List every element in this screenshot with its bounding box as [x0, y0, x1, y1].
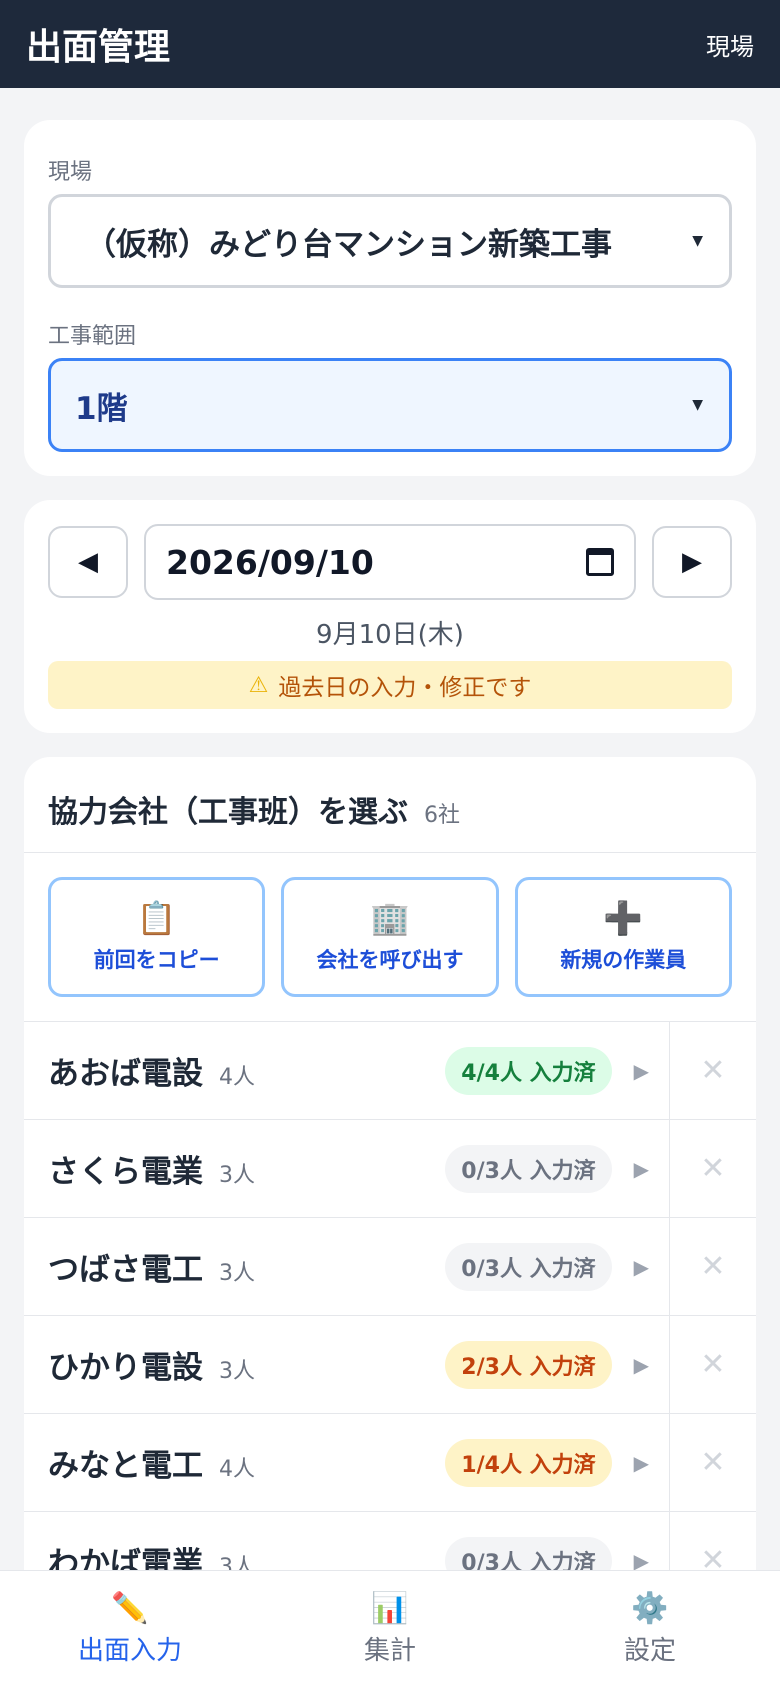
- company-name: みなと電工: [48, 1448, 203, 1484]
- chevron-down-icon: ▼: [692, 397, 703, 413]
- company-card: 協力会社（工事班）を選ぶ 6社 📋 前回をコピー 🏢 会社を呼び出す ➕ 新規の…: [24, 757, 756, 1657]
- delete-company-button[interactable]: ✕: [670, 1316, 756, 1413]
- company-open-button[interactable]: みなと電工 4人 1/4人 入力済 ▶: [24, 1414, 670, 1511]
- company-row: あおば電設 4人 4/4人 入力済 ▶ ✕: [24, 1022, 756, 1120]
- chevron-down-icon: ▼: [692, 233, 703, 249]
- copy-previous-label: 前回をコピー: [93, 948, 220, 972]
- site-link[interactable]: 現場: [706, 27, 754, 62]
- clipboard-icon: 📋: [136, 899, 177, 937]
- chevron-right-icon: ▶: [633, 1156, 649, 1181]
- worker-count: 3人: [219, 1358, 255, 1384]
- calendar-icon[interactable]: [586, 548, 614, 576]
- site-scope-card: 現場 （仮称）みどり台マンション新築工事 ▼ 工事範囲 1階 ▼: [24, 120, 756, 476]
- company-name: つばさ電工: [48, 1252, 203, 1288]
- scope-select[interactable]: 1階 ▼: [48, 358, 732, 452]
- nav-label: 出面入力: [77, 1636, 182, 1666]
- bottom-nav: ✏️ 出面入力 📊 集計 ⚙️ 設定: [0, 1570, 780, 1688]
- pencil-icon: ✏️: [111, 1591, 149, 1626]
- worker-count: 4人: [219, 1064, 255, 1090]
- company-row: さくら電業 3人 0/3人 入力済 ▶ ✕: [24, 1120, 756, 1218]
- scope-select-value: 1階: [75, 390, 128, 427]
- past-date-warning: ⚠ 過去日の入力・修正です: [48, 661, 732, 709]
- site-select[interactable]: （仮称）みどり台マンション新築工事 ▼: [48, 194, 732, 288]
- site-select-value: （仮称）みどり台マンション新築工事: [85, 226, 612, 263]
- company-count: 6社: [424, 803, 460, 828]
- company-name: ひかり電設: [48, 1350, 203, 1386]
- chevron-right-icon: ▶: [633, 1254, 649, 1279]
- nav-settings[interactable]: ⚙️ 設定: [520, 1571, 780, 1688]
- worker-count: 4人: [219, 1456, 255, 1482]
- prev-day-button[interactable]: ◀: [48, 526, 128, 598]
- status-badge: 4/4人 入力済: [445, 1046, 612, 1095]
- page-title: 出面管理: [26, 27, 171, 68]
- chevron-right-icon: ▶: [633, 1548, 649, 1573]
- call-company-label: 会社を呼び出す: [316, 948, 464, 972]
- action-buttons: 📋 前回をコピー 🏢 会社を呼び出す ➕ 新規の作業員: [24, 853, 756, 1022]
- status-badge: 2/3人 入力済: [445, 1340, 612, 1389]
- delete-company-button[interactable]: ✕: [670, 1414, 756, 1511]
- nav-attendance-input[interactable]: ✏️ 出面入力: [0, 1571, 260, 1688]
- call-company-button[interactable]: 🏢 会社を呼び出す: [281, 877, 499, 997]
- worker-count: 3人: [219, 1162, 255, 1188]
- delete-company-button[interactable]: ✕: [670, 1022, 756, 1119]
- copy-previous-button[interactable]: 📋 前回をコピー: [48, 877, 266, 997]
- status-badge: 1/4人 入力済: [445, 1438, 612, 1487]
- company-section-header: 協力会社（工事班）を選ぶ 6社: [24, 757, 756, 853]
- chevron-right-icon: ▶: [633, 1450, 649, 1475]
- company-open-button[interactable]: つばさ電工 3人 0/3人 入力済 ▶: [24, 1218, 670, 1315]
- arrow-right-icon: ▶: [682, 547, 702, 577]
- bar-chart-icon: 📊: [371, 1591, 409, 1626]
- new-worker-button[interactable]: ➕ 新規の作業員: [514, 877, 732, 997]
- company-open-button[interactable]: さくら電業 3人 0/3人 入力済 ▶: [24, 1120, 670, 1217]
- plus-icon: ➕: [603, 899, 644, 937]
- warning-text: 過去日の入力・修正です: [278, 675, 532, 701]
- company-row: つばさ電工 3人 0/3人 入力済 ▶ ✕: [24, 1218, 756, 1316]
- company-row: ひかり電設 3人 2/3人 入力済 ▶ ✕: [24, 1316, 756, 1414]
- new-worker-label: 新規の作業員: [560, 948, 687, 972]
- warning-icon: ⚠: [248, 672, 269, 698]
- app-header: 出面管理 現場: [0, 0, 780, 88]
- scope-label: 工事範囲: [48, 324, 137, 349]
- company-open-button[interactable]: あおば電設 4人 4/4人 入力済 ▶: [24, 1022, 670, 1119]
- site-label: 現場: [48, 160, 93, 185]
- company-name: さくら電業: [48, 1154, 203, 1190]
- close-icon: ✕: [700, 1053, 726, 1088]
- section-title: 協力会社（工事班）を選ぶ: [48, 795, 408, 830]
- building-icon: 🏢: [370, 899, 410, 937]
- next-day-button[interactable]: ▶: [652, 526, 732, 598]
- arrow-left-icon: ◀: [78, 547, 98, 577]
- close-icon: ✕: [700, 1347, 726, 1382]
- date-value: 2026/09/10: [166, 542, 374, 582]
- worker-count: 3人: [219, 1260, 255, 1286]
- close-icon: ✕: [700, 1445, 726, 1480]
- date-weekday: 9月10日(木): [316, 620, 464, 650]
- delete-company-button[interactable]: ✕: [670, 1218, 756, 1315]
- company-name: あおば電設: [48, 1056, 203, 1092]
- close-icon: ✕: [700, 1151, 726, 1186]
- nav-label: 設定: [623, 1636, 676, 1666]
- company-open-button[interactable]: ひかり電設 3人 2/3人 入力済 ▶: [24, 1316, 670, 1413]
- date-input[interactable]: 2026/09/10: [144, 524, 636, 600]
- gear-icon: ⚙️: [631, 1591, 669, 1626]
- date-card: ◀ 2026/09/10 ▶ 9月10日(木) ⚠ 過去日の入力・修正です: [24, 500, 756, 733]
- company-row: みなと電工 4人 1/4人 入力済 ▶ ✕: [24, 1414, 756, 1512]
- status-badge: 0/3人 入力済: [445, 1242, 612, 1291]
- chevron-right-icon: ▶: [633, 1352, 649, 1377]
- delete-company-button[interactable]: ✕: [670, 1120, 756, 1217]
- status-badge: 0/3人 入力済: [445, 1144, 612, 1193]
- close-icon: ✕: [700, 1249, 726, 1284]
- nav-label: 集計: [363, 1636, 416, 1666]
- nav-summary[interactable]: 📊 集計: [260, 1571, 520, 1688]
- chevron-right-icon: ▶: [633, 1058, 649, 1083]
